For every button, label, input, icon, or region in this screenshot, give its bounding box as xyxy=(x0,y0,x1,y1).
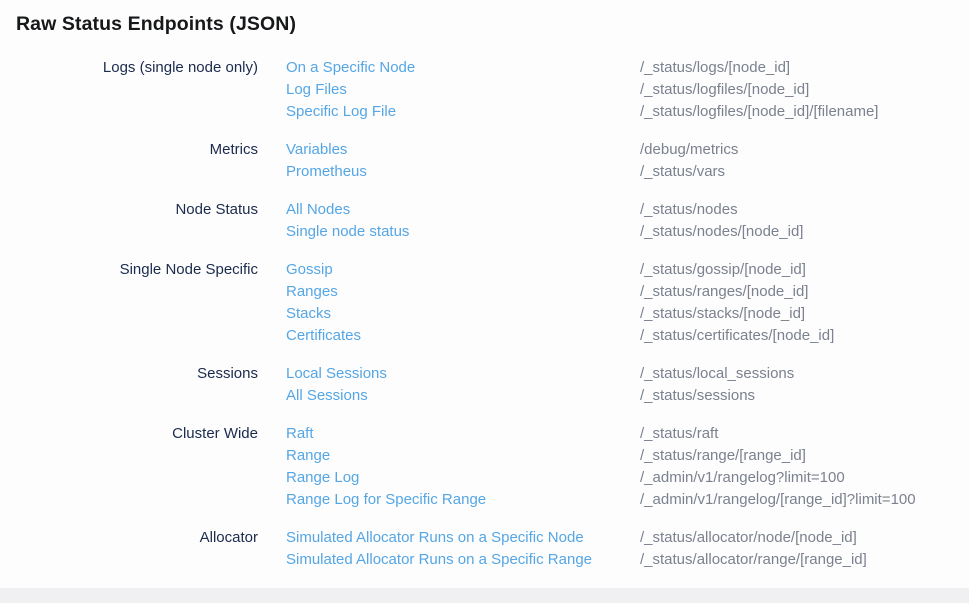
endpoint-link[interactable]: Certificates xyxy=(286,325,640,347)
endpoint-row: Range Log /_admin/v1/rangelog?limit=100 xyxy=(286,467,969,489)
endpoint-section: Metrics Variables /debug/metrics Prometh… xyxy=(0,139,969,183)
endpoint-link[interactable]: Local Sessions xyxy=(286,363,640,385)
section-category-label: Sessions xyxy=(0,363,258,407)
endpoint-row: Simulated Allocator Runs on a Specific R… xyxy=(286,549,969,571)
endpoint-path: /_status/certificates/[node_id] xyxy=(640,325,969,347)
endpoint-path: /_status/nodes/[node_id] xyxy=(640,221,969,243)
endpoint-path: /_admin/v1/rangelog/[range_id]?limit=100 xyxy=(640,489,969,511)
endpoint-link[interactable]: Range Log for Specific Range xyxy=(286,489,640,511)
endpoint-section: Allocator Simulated Allocator Runs on a … xyxy=(0,527,969,571)
endpoint-section: Node Status All Nodes /_status/nodes Sin… xyxy=(0,199,969,243)
endpoint-row: Simulated Allocator Runs on a Specific N… xyxy=(286,527,969,549)
endpoint-path: /_status/gossip/[node_id] xyxy=(640,259,969,281)
footer-strip xyxy=(0,588,969,603)
section-entries: Variables /debug/metrics Prometheus /_st… xyxy=(258,139,969,183)
endpoint-section: Sessions Local Sessions /_status/local_s… xyxy=(0,363,969,407)
endpoint-row: All Nodes /_status/nodes xyxy=(286,199,969,221)
endpoint-row: On a Specific Node /_status/logs/[node_i… xyxy=(286,57,969,79)
endpoint-link[interactable]: On a Specific Node xyxy=(286,57,640,79)
endpoint-path: /_status/ranges/[node_id] xyxy=(640,281,969,303)
endpoint-path: /_status/logs/[node_id] xyxy=(640,57,969,79)
endpoint-path: /_status/allocator/node/[node_id] xyxy=(640,527,969,549)
endpoint-row: Specific Log File /_status/logfiles/[nod… xyxy=(286,101,969,123)
endpoint-link[interactable]: Gossip xyxy=(286,259,640,281)
endpoint-link[interactable]: Single node status xyxy=(286,221,640,243)
endpoint-row: Certificates /_status/certificates/[node… xyxy=(286,325,969,347)
endpoint-path: /_status/raft xyxy=(640,423,969,445)
endpoint-link[interactable]: Simulated Allocator Runs on a Specific N… xyxy=(286,527,640,549)
endpoint-section: Cluster Wide Raft /_status/raft Range /_… xyxy=(0,423,969,511)
endpoint-link[interactable]: Log Files xyxy=(286,79,640,101)
section-category-label: Logs (single node only) xyxy=(0,57,258,123)
endpoint-link[interactable]: All Nodes xyxy=(286,199,640,221)
endpoint-link[interactable]: Specific Log File xyxy=(286,101,640,123)
section-entries: Gossip /_status/gossip/[node_id] Ranges … xyxy=(258,259,969,347)
section-category-label: Allocator xyxy=(0,527,258,571)
endpoint-link[interactable]: Simulated Allocator Runs on a Specific R… xyxy=(286,549,640,571)
endpoint-path: /_status/range/[range_id] xyxy=(640,445,969,467)
endpoint-row: Log Files /_status/logfiles/[node_id] xyxy=(286,79,969,101)
endpoint-row: Range Log for Specific Range /_admin/v1/… xyxy=(286,489,969,511)
endpoint-path: /_status/logfiles/[node_id]/[filename] xyxy=(640,101,969,123)
endpoint-row: Ranges /_status/ranges/[node_id] xyxy=(286,281,969,303)
page-title: Raw Status Endpoints (JSON) xyxy=(0,0,969,36)
endpoint-path: /_admin/v1/rangelog?limit=100 xyxy=(640,467,969,489)
endpoint-link[interactable]: Range Log xyxy=(286,467,640,489)
endpoint-link[interactable]: Stacks xyxy=(286,303,640,325)
raw-status-endpoints-page: Raw Status Endpoints (JSON) Logs (single… xyxy=(0,0,969,603)
endpoint-row: Prometheus /_status/vars xyxy=(286,161,969,183)
endpoint-path: /_status/allocator/range/[range_id] xyxy=(640,549,969,571)
endpoint-link[interactable]: Range xyxy=(286,445,640,467)
endpoint-section: Single Node Specific Gossip /_status/gos… xyxy=(0,259,969,347)
endpoint-row: Variables /debug/metrics xyxy=(286,139,969,161)
endpoint-link[interactable]: Variables xyxy=(286,139,640,161)
section-entries: On a Specific Node /_status/logs/[node_i… xyxy=(258,57,969,123)
section-category-label: Single Node Specific xyxy=(0,259,258,347)
endpoint-path: /_status/vars xyxy=(640,161,969,183)
endpoint-path: /_status/sessions xyxy=(640,385,969,407)
section-entries: Raft /_status/raft Range /_status/range/… xyxy=(258,423,969,511)
endpoint-section: Logs (single node only) On a Specific No… xyxy=(0,57,969,123)
section-entries: Simulated Allocator Runs on a Specific N… xyxy=(258,527,969,571)
section-entries: Local Sessions /_status/local_sessions A… xyxy=(258,363,969,407)
section-category-label: Cluster Wide xyxy=(0,423,258,511)
endpoint-link[interactable]: Raft xyxy=(286,423,640,445)
endpoint-path: /_status/local_sessions xyxy=(640,363,969,385)
endpoint-row: Stacks /_status/stacks/[node_id] xyxy=(286,303,969,325)
endpoint-link[interactable]: All Sessions xyxy=(286,385,640,407)
endpoint-path: /_status/nodes xyxy=(640,199,969,221)
endpoints-table: Logs (single node only) On a Specific No… xyxy=(0,57,969,571)
section-entries: All Nodes /_status/nodes Single node sta… xyxy=(258,199,969,243)
endpoint-path: /_status/stacks/[node_id] xyxy=(640,303,969,325)
endpoint-path: /debug/metrics xyxy=(640,139,969,161)
endpoint-row: Gossip /_status/gossip/[node_id] xyxy=(286,259,969,281)
section-category-label: Node Status xyxy=(0,199,258,243)
endpoint-row: Raft /_status/raft xyxy=(286,423,969,445)
endpoint-row: All Sessions /_status/sessions xyxy=(286,385,969,407)
endpoint-row: Local Sessions /_status/local_sessions xyxy=(286,363,969,385)
endpoint-link[interactable]: Ranges xyxy=(286,281,640,303)
section-category-label: Metrics xyxy=(0,139,258,183)
endpoint-link[interactable]: Prometheus xyxy=(286,161,640,183)
endpoint-row: Range /_status/range/[range_id] xyxy=(286,445,969,467)
endpoint-row: Single node status /_status/nodes/[node_… xyxy=(286,221,969,243)
endpoint-path: /_status/logfiles/[node_id] xyxy=(640,79,969,101)
